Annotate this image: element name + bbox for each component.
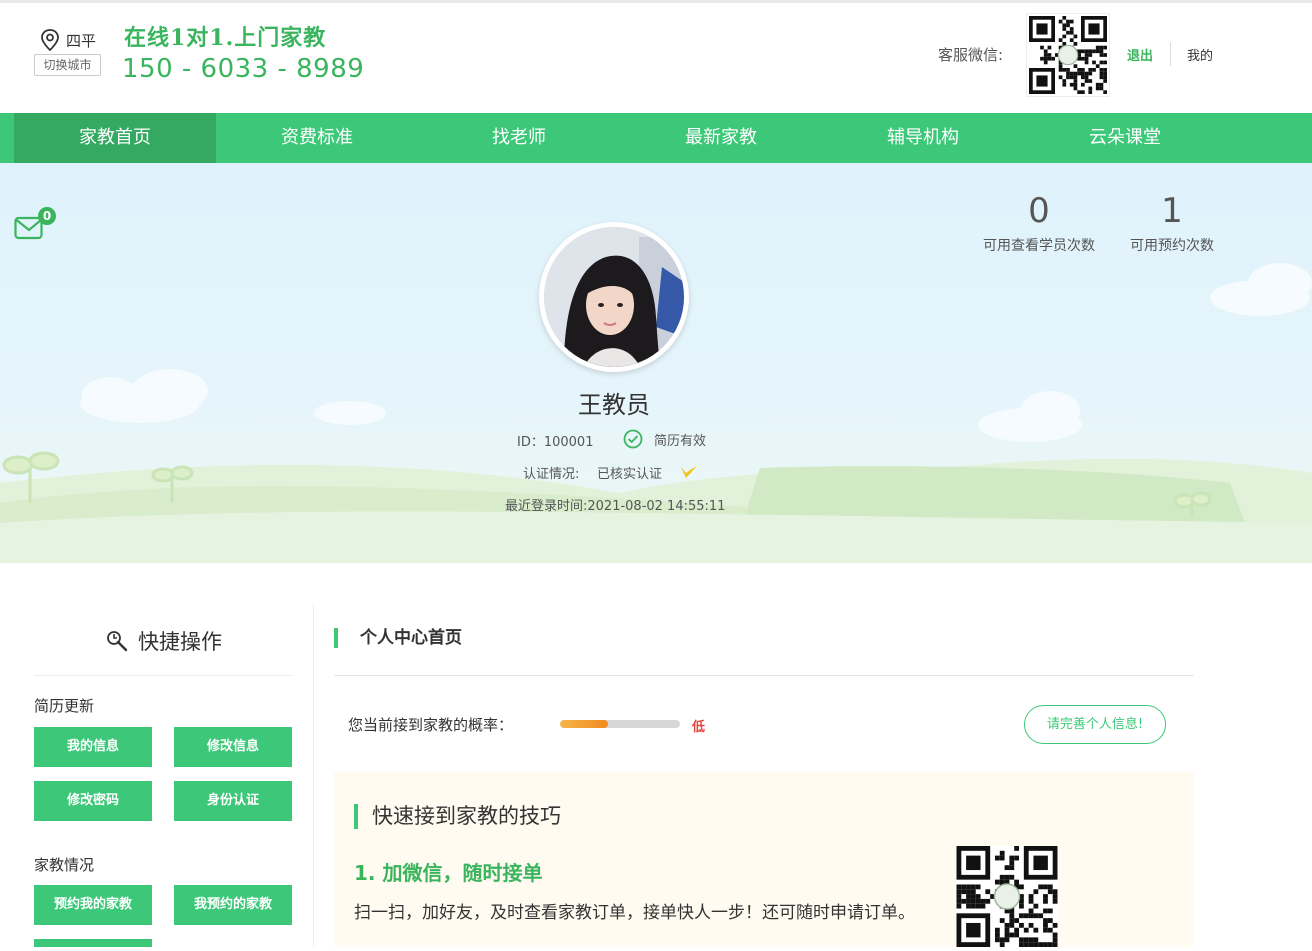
teacher-id: ID：100001 xyxy=(517,435,594,450)
city-name: 四平 xyxy=(66,31,97,50)
logout-link[interactable]: 退出 xyxy=(1127,45,1153,64)
main-divider xyxy=(334,675,1194,676)
sidebar-divider xyxy=(34,675,293,676)
group-label-tutoring: 家教情况 xyxy=(34,856,95,874)
stat-label: 可用预约次数 xyxy=(1130,238,1214,254)
stat-bookings: 1 可用预约次数 xyxy=(1124,191,1220,255)
location-pin-icon xyxy=(41,29,59,51)
personal-center-main: 个人中心首页 您当前接到家教的概率： 低 请完善个人信息! 快速接到家教的技巧 … xyxy=(334,604,1194,947)
certification-label: 认证情况: xyxy=(523,467,580,482)
hotline-phone: 150 - 6033 - 8989 xyxy=(122,54,365,84)
check-circle-icon xyxy=(623,429,643,449)
avatar xyxy=(539,222,689,372)
nav-item-find-teacher[interactable]: 找老师 xyxy=(418,113,620,163)
probability-level: 低 xyxy=(692,720,706,735)
my-bookings-button[interactable]: 我预约的家教 xyxy=(174,885,292,925)
probability-progress-fill xyxy=(560,720,608,728)
wechat-qr-code xyxy=(956,846,1058,947)
site-slogan: 在线1对1.上门家教 xyxy=(124,25,327,51)
stat-view-students: 0 可用查看学员次数 xyxy=(980,191,1098,255)
avatar-photo xyxy=(544,227,684,367)
nav-item-home[interactable]: 家教首页 xyxy=(14,113,216,163)
service-wechat-qr-code xyxy=(1026,13,1110,97)
verified-badge-icon xyxy=(681,466,697,478)
booked-me-button[interactable]: 预约我的家教 xyxy=(34,885,152,925)
stat-label: 可用查看学员次数 xyxy=(983,238,1095,254)
group-label-resume: 简历更新 xyxy=(34,697,95,715)
nav-item-latest-tutoring[interactable]: 最新家教 xyxy=(620,113,822,163)
quick-actions-title-text: 快捷操作 xyxy=(138,630,222,654)
unread-messages-badge: 0 xyxy=(38,207,56,225)
quick-actions-title: 快捷操作 xyxy=(106,626,222,656)
service-wechat-label: 客服微信: xyxy=(938,46,1004,64)
probability-progress-bar xyxy=(560,720,680,728)
teacher-name: 王教员 xyxy=(578,391,650,419)
quick-actions-sidebar: 快捷操作 简历更新 我的信息 修改信息 修改密码 身份认证 家教情况 预约我的家… xyxy=(14,604,314,947)
more-button[interactable] xyxy=(34,939,152,947)
tip-heading: 1. 加微信，随时接单 xyxy=(354,861,543,885)
main-nav: 家教首页 资费标准 找老师 最新家教 辅导机构 云朵课堂 xyxy=(0,113,1312,163)
stat-value: 0 xyxy=(1028,191,1050,231)
tips-title: 快速接到家教的技巧 xyxy=(354,804,561,829)
header-divider xyxy=(1170,42,1171,66)
tips-panel: 快速接到家教的技巧 1. 加微信，随时接单 扫一扫，加好友，及时查看家教订单，接… xyxy=(334,772,1194,947)
qr-code-icon xyxy=(1029,16,1107,94)
change-password-button[interactable]: 修改密码 xyxy=(34,781,152,821)
profile-banner: 0 0 可用查看学员次数 1 可用预约次数 王教员 ID：100001 简历有效… xyxy=(0,163,1312,563)
page-title: 个人中心首页 xyxy=(334,628,462,648)
nav-item-institutions[interactable]: 辅导机构 xyxy=(822,113,1024,163)
identity-verify-button[interactable]: 身份认证 xyxy=(174,781,292,821)
certification-value: 已核实认证 xyxy=(597,467,663,482)
resume-status: 简历有效 xyxy=(623,429,706,449)
current-city: 四平 xyxy=(40,29,96,51)
resume-status-text: 简历有效 xyxy=(654,433,707,449)
my-account-link[interactable]: 我的 xyxy=(1187,45,1213,64)
my-info-button[interactable]: 我的信息 xyxy=(34,727,152,767)
stat-value: 1 xyxy=(1161,191,1183,231)
site-header: 四平 切换城市 在线1对1.上门家教 150 - 6033 - 8989 客服微… xyxy=(0,3,1312,113)
switch-city-button[interactable]: 切换城市 xyxy=(34,54,101,76)
tip-text: 扫一扫，加好友，及时查看家教订单，接单快人一步！还可随时申请订单。 xyxy=(354,903,915,923)
last-login-time: 最近登录时间:2021-08-02 14:55:11 xyxy=(505,499,726,514)
probability-label: 您当前接到家教的概率： xyxy=(348,716,514,734)
wrench-icon xyxy=(107,631,128,652)
qr-code-icon xyxy=(956,846,1058,947)
complete-profile-button[interactable]: 请完善个人信息! xyxy=(1024,705,1166,744)
nav-item-cloud-classroom[interactable]: 云朵课堂 xyxy=(1024,113,1226,163)
nav-item-pricing[interactable]: 资费标准 xyxy=(216,113,418,163)
edit-info-button[interactable]: 修改信息 xyxy=(174,727,292,767)
